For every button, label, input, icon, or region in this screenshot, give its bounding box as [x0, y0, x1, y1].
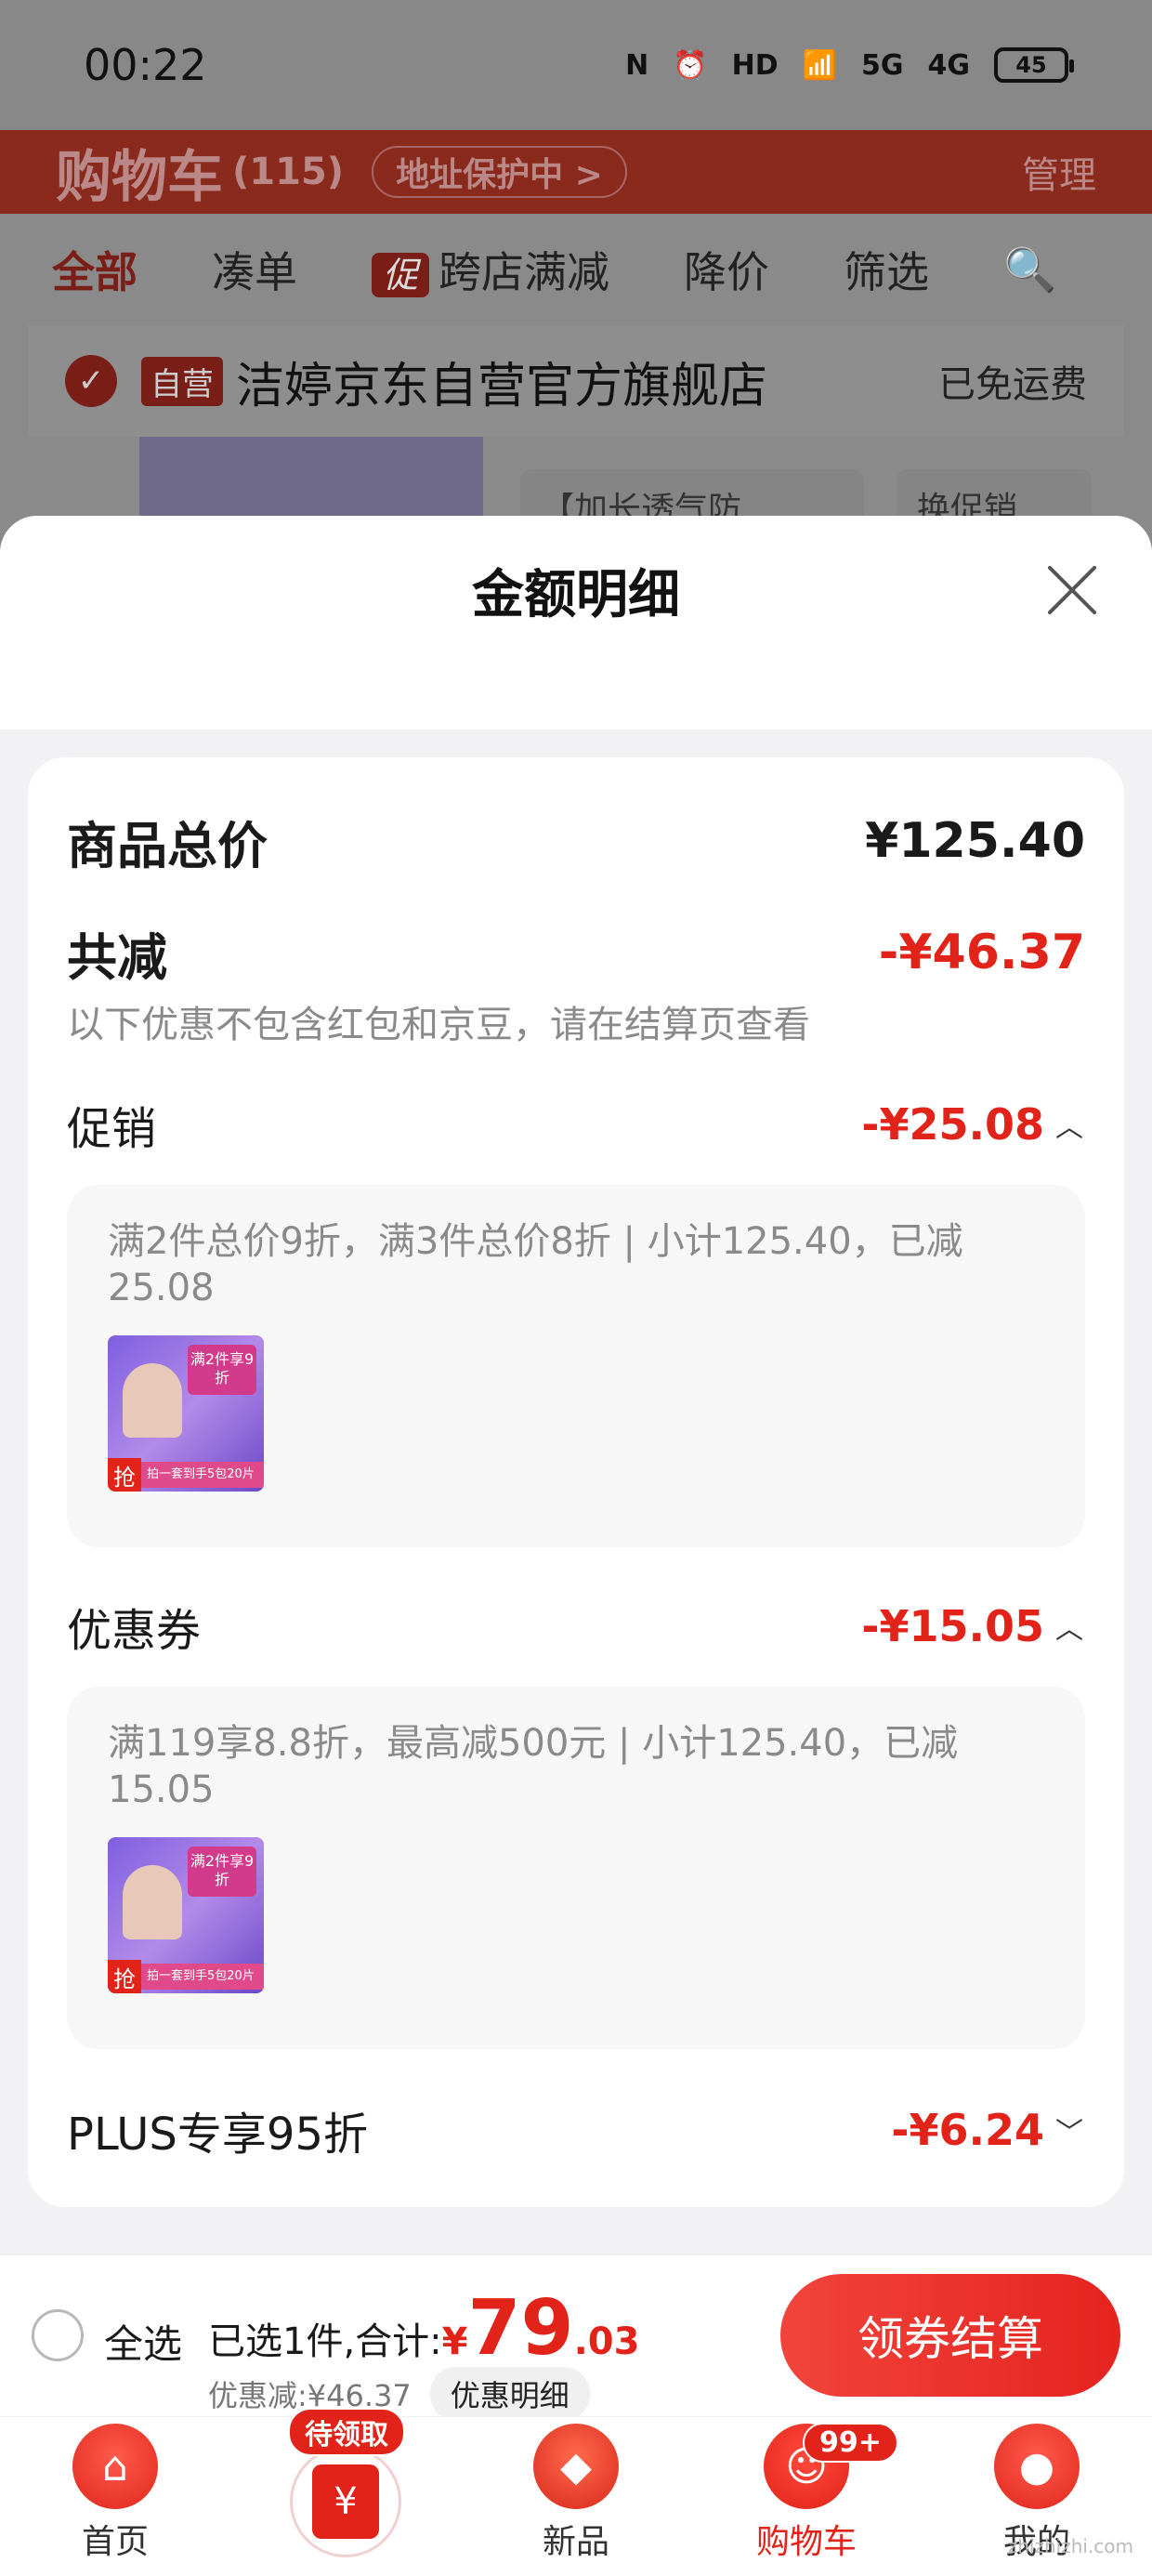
total-price-row: 商品总价 ¥125.40 — [67, 804, 1085, 878]
coupon-label: 优惠券 — [67, 1605, 202, 1657]
store-row: ✓ 自营 洁婷京东自营官方旗舰店 已免运费 — [28, 325, 1124, 437]
4g-signal-icon: 4G — [927, 48, 971, 82]
tab-price-drop[interactable]: 降价 — [684, 239, 769, 300]
total-amount-integer: 79 — [467, 2284, 574, 2372]
scrolled-card-edge — [28, 664, 1124, 720]
cart-title: 购物车 — [56, 144, 223, 210]
select-all-checkbox[interactable] — [32, 2309, 84, 2361]
promotion-section-header[interactable]: 促销 -¥25.08 ︿ — [67, 1087, 1085, 1162]
self-operated-tag: 自营 — [141, 356, 223, 406]
store-check-icon[interactable]: ✓ — [65, 355, 117, 407]
tab-filter[interactable]: 筛选 — [844, 239, 929, 300]
nav-badge-cart: 99+ — [803, 2423, 898, 2463]
status-time: 00:22 — [84, 40, 207, 90]
promotion-value: -¥25.08 — [861, 1099, 1044, 1150]
grab-tag: 抢 — [108, 1960, 141, 1993]
chevron-up-icon[interactable]: ︿ — [1054, 1610, 1085, 1646]
nav-item-coupon[interactable]: 待领取 ¥ — [230, 2408, 461, 2576]
plus-discount-label: PLUS专享95折 — [67, 2109, 368, 2161]
selected-count-label: 已选1件,合计: — [208, 2320, 442, 2363]
product-image: 满2件享9折 抢 拍一套到手5包20片 — [108, 1837, 264, 1993]
new-products-icon: ◆ — [533, 2424, 619, 2509]
discount-note: 以下优惠不包含红包和京豆，请在结算页查看 — [67, 1004, 810, 1046]
nav-label-home: 首页 — [81, 2523, 149, 2561]
coupon-detail: 满119享8.8折，最高减500元 | 小计125.40，已减15.05 满2件… — [67, 1687, 1085, 2049]
nav-badge-coupon: 待领取 — [288, 2408, 405, 2456]
amount-card: 商品总价 ¥125.40 共减 -¥46.37 以下优惠不包含红包和京豆，请在结… — [28, 757, 1124, 2207]
bottom-nav: ⌂ 首页 待领取 ¥ ◆ 新品 99+ ☺ 购物车 ● 我的 — [0, 2408, 1152, 2576]
plus-discount-row[interactable]: PLUS专享95折 -¥6.24 ﹀ — [67, 2093, 1085, 2167]
product-badge: 满2件享9折 — [188, 1345, 256, 1395]
total-line: 已选1件,合计: ¥ 79 .03 — [208, 2291, 639, 2367]
coupon-section-header[interactable]: 优惠券 -¥15.05 ︿ — [67, 1589, 1085, 1663]
profile-icon: ● — [994, 2424, 1080, 2509]
total-reduction-label: 共减 — [67, 927, 167, 987]
alarm-icon: ⏰ — [673, 48, 708, 82]
home-icon: ⌂ — [72, 2424, 158, 2509]
nav-item-new[interactable]: ◆ 新品 — [461, 2417, 691, 2576]
select-all-label[interactable]: 全选 — [104, 2313, 182, 2370]
checkout-summary-bar: 全选 已选1件,合计: ¥ 79 .03 优惠减:¥46.37 优惠明细 领券结… — [0, 2254, 1152, 2421]
status-icons: N ⏰ HD 📶 5G 4G 45 — [625, 47, 1074, 83]
chevron-up-icon[interactable]: ︿ — [1054, 1109, 1085, 1144]
tab-all[interactable]: 全部 — [52, 239, 137, 300]
chevron-down-icon[interactable]: ﹀ — [1054, 2114, 1085, 2149]
nav-item-cart[interactable]: 99+ ☺ 购物车 — [691, 2417, 922, 2576]
store-name[interactable]: 洁婷京东自营官方旗舰店 — [236, 347, 767, 416]
product-badge: 满2件享9折 — [188, 1847, 256, 1897]
wifi-icon: 📶 — [802, 48, 837, 82]
product-image: 满2件享9折 抢 拍一套到手5包20片 — [108, 1335, 264, 1492]
total-amount-decimal: .03 — [573, 2320, 640, 2363]
product-strip: 拍一套到手5包20片 — [141, 1964, 264, 1990]
cart-tabs: 全部 凑单 促跨店满减 降价 筛选 🔍 — [0, 214, 1152, 325]
watermark: zhizhizhi.com — [1007, 2535, 1133, 2557]
coupon-value: -¥15.05 — [861, 1601, 1044, 1651]
total-price-value: ¥125.40 — [865, 813, 1085, 869]
tab-bundle[interactable]: 凑单 — [212, 239, 297, 300]
total-price-label: 商品总价 — [67, 816, 268, 875]
search-icon[interactable]: 🔍 — [1003, 244, 1056, 296]
grab-tag: 抢 — [108, 1458, 141, 1492]
address-protection[interactable]: 地址保护中 > — [372, 146, 627, 198]
hd-icon: HD — [731, 48, 779, 82]
5g-signal-icon: 5G — [861, 48, 904, 82]
plus-discount-value: -¥6.24 — [891, 2105, 1044, 2155]
nav-label-new: 新品 — [542, 2523, 609, 2561]
nfc-icon: N — [625, 48, 649, 82]
product-strip: 拍一套到手5包20片 — [141, 1462, 264, 1488]
manage-button[interactable]: 管理 — [1022, 145, 1096, 199]
promo-tag: 促 — [372, 253, 430, 297]
nav-label-cart: 购物车 — [755, 2523, 857, 2561]
nav-item-home[interactable]: ⌂ 首页 — [0, 2417, 230, 2576]
cart-header: 购物车 (115) 地址保护中 > 管理 — [0, 130, 1152, 214]
sheet-header: 金额明细 — [0, 516, 1152, 664]
cart-count: (115) — [232, 151, 345, 193]
tab-cross-store[interactable]: 促跨店满减 — [372, 239, 609, 300]
promotion-detail-text: 满2件总价9折，满3件总价8折 | 小计125.40，已减25.08 — [108, 1220, 963, 1309]
promotion-label: 促销 — [67, 1103, 157, 1155]
coupon-icon: ¥ — [290, 2446, 401, 2557]
battery-icon: 45 — [994, 47, 1074, 83]
promotion-detail: 满2件总价9折，满3件总价8折 | 小计125.40，已减25.08 满2件享9… — [67, 1185, 1085, 1547]
close-icon[interactable] — [1044, 562, 1100, 618]
total-reduction-row: 共减 -¥46.37 — [67, 915, 1085, 990]
discount-detail-button[interactable]: 优惠明细 — [429, 2367, 590, 2421]
currency-symbol: ¥ — [441, 2320, 468, 2363]
discount-line: 优惠减:¥46.37 优惠明细 — [208, 2367, 590, 2421]
status-bar: 00:22 N ⏰ HD 📶 5G 4G 45 — [0, 0, 1152, 130]
amount-detail-sheet: 金额明细 商品总价 ¥125.40 共减 -¥46.37 以下优惠不包含红包和京… — [0, 516, 1152, 2254]
shipping-status: 已免运费 — [938, 363, 1087, 406]
coupon-detail-text: 满119享8.8折，最高减500元 | 小计125.40，已减15.05 — [108, 1722, 959, 1811]
sheet-title: 金额明细 — [472, 564, 680, 625]
checkout-button[interactable]: 领券结算 — [780, 2274, 1120, 2397]
total-reduction-value: -¥46.37 — [878, 925, 1085, 980]
